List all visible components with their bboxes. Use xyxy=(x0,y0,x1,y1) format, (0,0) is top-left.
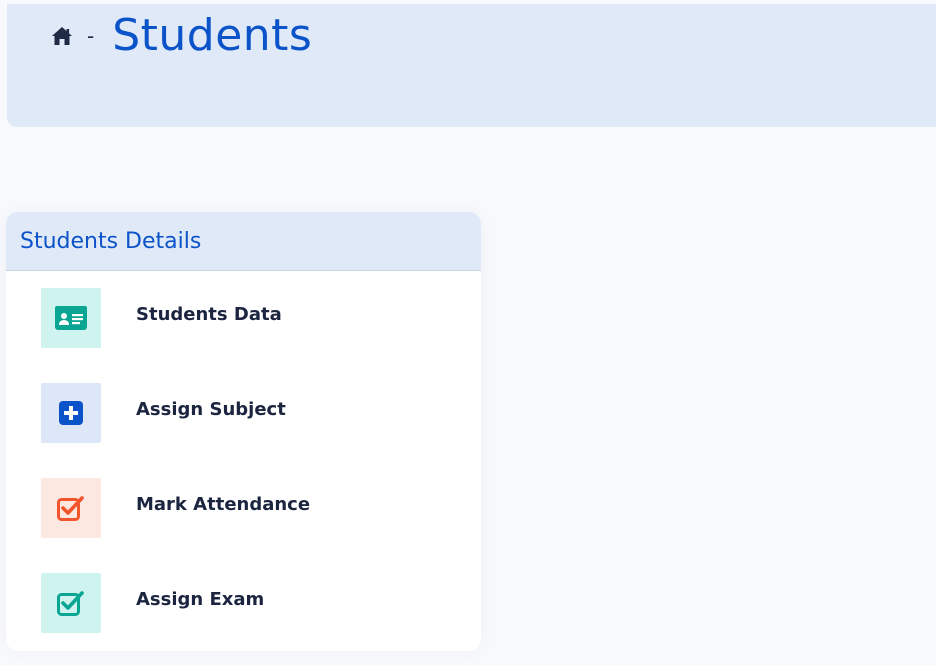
card-title: Students Details xyxy=(20,228,202,254)
breadcrumb-separator: - xyxy=(87,24,95,48)
assign-subject-tile xyxy=(41,383,101,443)
card-header: Students Details xyxy=(6,212,481,271)
id-card-icon xyxy=(55,306,87,330)
students-details-card: Students Details Students Data Assign Su… xyxy=(6,212,481,651)
mark-attendance-label: Mark Attendance xyxy=(136,494,311,515)
assign-exam-tile xyxy=(41,573,101,633)
assign-subject-label: Assign Subject xyxy=(136,399,286,420)
page-header: - Students xyxy=(7,4,936,127)
assign-exam-item[interactable]: Assign Exam xyxy=(6,573,481,633)
breadcrumb: - Students xyxy=(51,12,312,60)
assign-subject-item[interactable]: Assign Subject xyxy=(6,383,481,443)
students-data-label: Students Data xyxy=(136,304,282,325)
assign-exam-label: Assign Exam xyxy=(136,589,265,610)
mark-attendance-tile xyxy=(41,478,101,538)
mark-attendance-item[interactable]: Mark Attendance xyxy=(6,478,481,538)
check-square-icon xyxy=(57,590,85,616)
page-title: Students xyxy=(112,10,313,61)
students-data-item[interactable]: Students Data xyxy=(6,288,481,348)
check-square-icon xyxy=(57,495,85,521)
students-data-tile xyxy=(41,288,101,348)
plus-square-icon xyxy=(59,401,83,425)
home-icon[interactable] xyxy=(51,26,73,46)
